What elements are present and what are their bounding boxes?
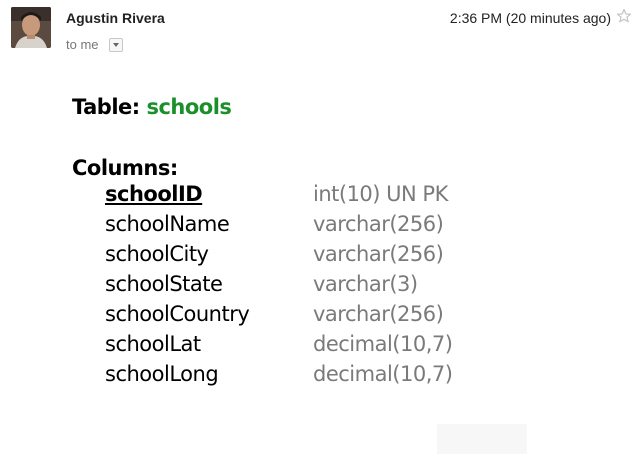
column-type: varchar(3) [313,272,418,296]
column-row: schoolID int(10) UN PK [105,182,525,212]
sender-name[interactable]: Agustin Rivera [66,10,165,26]
column-name: schoolID [105,182,203,206]
column-row: schoolCity varchar(256) [105,242,525,272]
table-label: Table: [72,95,140,119]
column-name: schoolCity [105,242,209,266]
chevron-down-icon[interactable] [108,37,123,52]
column-type: varchar(256) [313,302,444,326]
column-name: schoolLat [105,332,201,356]
table-title: Table: schools [72,95,232,119]
column-name: schoolState [105,272,223,296]
schema-image: Table: schools Columns: schoolID int(10)… [60,80,530,460]
table-name: schools [146,95,232,119]
column-type: int(10) UN PK [313,182,448,206]
column-row: schoolCountry varchar(256) [105,302,525,332]
column-type: varchar(256) [313,212,444,236]
column-name: schoolLong [105,362,219,386]
avatar-photo [11,7,51,48]
column-type: decimal(10,7) [313,332,453,356]
column-row: schoolName varchar(256) [105,212,525,242]
image-artifact [437,424,527,454]
recipient-line: to me [66,37,123,52]
email-message: Agustin Rivera to me 2:36 PM (20 minutes… [0,0,636,463]
column-row: schoolState varchar(3) [105,272,525,302]
column-row: schoolLong decimal(10,7) [105,362,525,392]
column-type: decimal(10,7) [313,362,453,386]
column-name: schoolCountry [105,302,250,326]
message-header: Agustin Rivera to me 2:36 PM (20 minutes… [0,0,636,60]
avatar[interactable] [11,7,51,48]
columns-heading: Columns: [72,156,178,180]
recipient-label: to me [66,37,99,52]
column-name: schoolName [105,212,230,236]
column-type: varchar(256) [313,242,444,266]
message-timestamp: 2:36 PM (20 minutes ago) [449,10,611,26]
column-row: schoolLat decimal(10,7) [105,332,525,362]
star-icon[interactable] [616,8,632,24]
